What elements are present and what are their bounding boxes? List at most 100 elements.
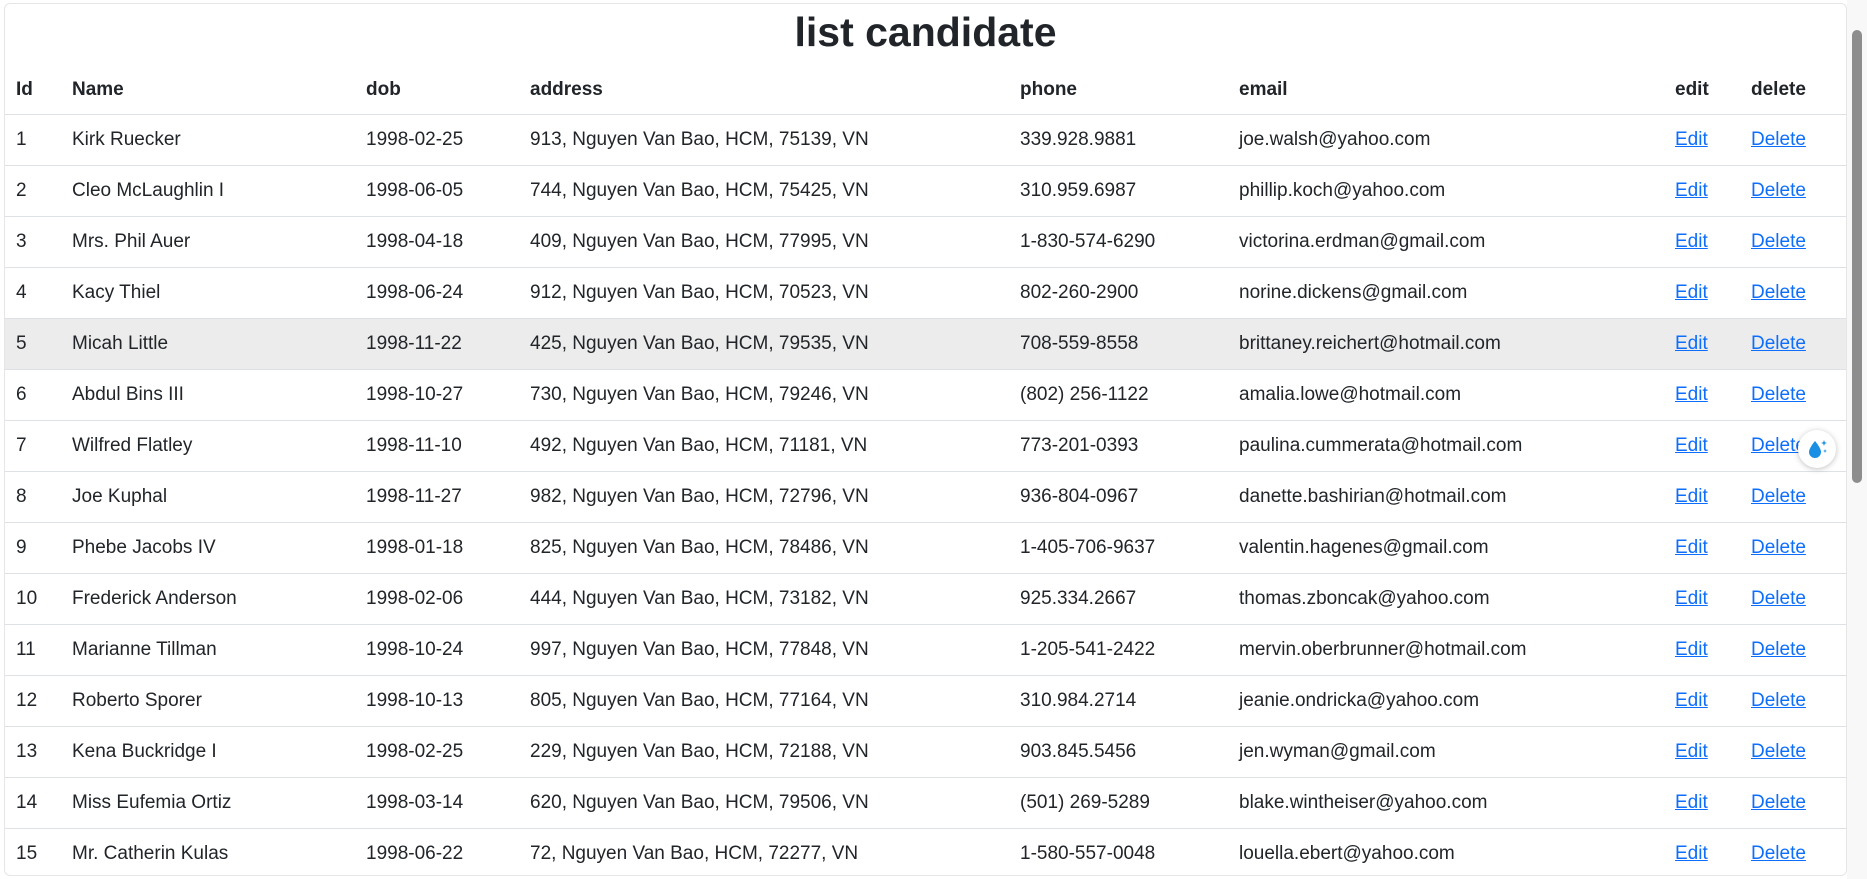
cell-edit: Edit — [1664, 114, 1740, 166]
table-row: 7 Wilfred Flatley 1998-11-10 492, Nguyen Va… — [5, 420, 1846, 472]
cell-name: Mrs. Phil Auer — [61, 216, 355, 268]
table-header-row: Id Name dob address phone email edit del… — [5, 66, 1846, 115]
cell-phone: 310.959.6987 — [1009, 165, 1228, 217]
cell-address: 444, Nguyen Van Bao, HCM, 73182, VN — [519, 573, 1009, 625]
cell-email: mervin.oberbrunner@hotmail.com — [1228, 624, 1664, 676]
cell-address: 72, Nguyen Van Bao, HCM, 72277, VN — [519, 828, 1009, 875]
edit-link[interactable]: Edit — [1675, 690, 1708, 711]
delete-link[interactable]: Delete — [1751, 486, 1806, 507]
cell-delete: Delete — [1740, 471, 1846, 523]
cell-delete: Delete — [1740, 216, 1846, 268]
cell-phone: 1-580-557-0048 — [1009, 828, 1228, 875]
delete-link[interactable]: Delete — [1751, 588, 1806, 609]
cell-phone: 339.928.9881 — [1009, 114, 1228, 166]
delete-link[interactable]: Delete — [1751, 792, 1806, 813]
delete-link[interactable]: Delete — [1751, 741, 1806, 762]
delete-link[interactable]: Delete — [1751, 333, 1806, 354]
cell-edit: Edit — [1664, 420, 1740, 472]
cell-email: valentin.hagenes@gmail.com — [1228, 522, 1664, 574]
cell-name: Miss Eufemia Ortiz — [61, 777, 355, 829]
cell-phone: 708-559-8558 — [1009, 318, 1228, 370]
cell-id: 1 — [5, 114, 61, 166]
cell-edit: Edit — [1664, 675, 1740, 727]
delete-link[interactable]: Delete — [1751, 843, 1806, 864]
cell-dob: 1998-10-27 — [355, 369, 519, 421]
cell-address: 620, Nguyen Van Bao, HCM, 79506, VN — [519, 777, 1009, 829]
delete-link[interactable]: Delete — [1751, 639, 1806, 660]
delete-link[interactable]: Delete — [1751, 282, 1806, 303]
cell-edit: Edit — [1664, 828, 1740, 875]
cell-delete: Delete — [1740, 726, 1846, 778]
edit-link[interactable]: Edit — [1675, 180, 1708, 201]
cell-delete: Delete — [1740, 267, 1846, 319]
cell-address: 229, Nguyen Van Bao, HCM, 72188, VN — [519, 726, 1009, 778]
edit-link[interactable]: Edit — [1675, 231, 1708, 252]
cell-address: 913, Nguyen Van Bao, HCM, 75139, VN — [519, 114, 1009, 166]
water-drop-sparkle-icon — [1809, 440, 1827, 458]
delete-link[interactable]: Delete — [1751, 537, 1806, 558]
content-frame: list candidate Id Name dob address phone — [4, 3, 1847, 876]
delete-link[interactable]: Delete — [1751, 129, 1806, 150]
cell-dob: 1998-06-05 — [355, 165, 519, 217]
cell-name: Roberto Sporer — [61, 675, 355, 727]
cell-edit: Edit — [1664, 165, 1740, 217]
edit-link[interactable]: Edit — [1675, 792, 1708, 813]
cell-delete: Delete — [1740, 777, 1846, 829]
cell-id: 13 — [5, 726, 61, 778]
floating-widget-button[interactable] — [1798, 430, 1836, 468]
cell-edit: Edit — [1664, 777, 1740, 829]
cell-delete: Delete — [1740, 318, 1846, 370]
cell-name: Kacy Thiel — [61, 267, 355, 319]
cell-dob: 1998-01-18 — [355, 522, 519, 574]
edit-link[interactable]: Edit — [1675, 282, 1708, 303]
cell-email: joe.walsh@yahoo.com — [1228, 114, 1664, 166]
edit-link[interactable]: Edit — [1675, 741, 1708, 762]
vertical-scrollbar[interactable] — [1847, 0, 1867, 879]
table-row: 6 Abdul Bins III 1998-10-27 730, Nguyen Van… — [5, 369, 1846, 421]
header-email: email — [1228, 66, 1664, 115]
cell-dob: 1998-06-24 — [355, 267, 519, 319]
edit-link[interactable]: Edit — [1675, 537, 1708, 558]
header-phone: phone — [1009, 66, 1228, 115]
table-body: 1 Kirk Ruecker 1998-02-25 913, Nguyen Van B… — [5, 114, 1846, 875]
delete-link[interactable]: Delete — [1751, 231, 1806, 252]
cell-email: thomas.zboncak@yahoo.com — [1228, 573, 1664, 625]
cell-address: 425, Nguyen Van Bao, HCM, 79535, VN — [519, 318, 1009, 370]
table-row: 3 Mrs. Phil Auer 1998-04-18 409, Nguyen Van… — [5, 216, 1846, 268]
cell-phone: 773-201-0393 — [1009, 420, 1228, 472]
delete-link[interactable]: Delete — [1751, 384, 1806, 405]
cell-name: Mr. Catherin Kulas — [61, 828, 355, 875]
cell-name: Abdul Bins III — [61, 369, 355, 421]
cell-edit: Edit — [1664, 573, 1740, 625]
cell-edit: Edit — [1664, 267, 1740, 319]
cell-delete: Delete — [1740, 624, 1846, 676]
edit-link[interactable]: Edit — [1675, 435, 1708, 456]
delete-link[interactable]: Delete — [1751, 690, 1806, 711]
cell-id: 11 — [5, 624, 61, 676]
edit-link[interactable]: Edit — [1675, 384, 1708, 405]
delete-link[interactable]: Delete — [1751, 180, 1806, 201]
scrollbar-thumb[interactable] — [1852, 30, 1862, 483]
edit-link[interactable]: Edit — [1675, 333, 1708, 354]
edit-link[interactable]: Edit — [1675, 843, 1708, 864]
cell-edit: Edit — [1664, 471, 1740, 523]
cell-delete: Delete — [1740, 522, 1846, 574]
table-row: 8 Joe Kuphal 1998-11-27 982, Nguyen Van Bao… — [5, 471, 1846, 523]
cell-dob: 1998-11-27 — [355, 471, 519, 523]
cell-name: Wilfred Flatley — [61, 420, 355, 472]
cell-edit: Edit — [1664, 369, 1740, 421]
cell-phone: 925.334.2667 — [1009, 573, 1228, 625]
edit-link[interactable]: Edit — [1675, 588, 1708, 609]
table-row: 11 Marianne Tillman 1998-10-24 997, Nguyen … — [5, 624, 1846, 676]
cell-dob: 1998-10-24 — [355, 624, 519, 676]
header-name: Name — [61, 66, 355, 115]
cell-email: amalia.lowe@hotmail.com — [1228, 369, 1664, 421]
cell-name: Frederick Anderson — [61, 573, 355, 625]
edit-link[interactable]: Edit — [1675, 639, 1708, 660]
table-row: 9 Phebe Jacobs IV 1998-01-18 825, Nguyen Va… — [5, 522, 1846, 574]
edit-link[interactable]: Edit — [1675, 129, 1708, 150]
cell-delete: Delete — [1740, 675, 1846, 727]
table-row: 13 Kena Buckridge I 1998-02-25 229, Nguyen … — [5, 726, 1846, 778]
cell-name: Marianne Tillman — [61, 624, 355, 676]
edit-link[interactable]: Edit — [1675, 486, 1708, 507]
